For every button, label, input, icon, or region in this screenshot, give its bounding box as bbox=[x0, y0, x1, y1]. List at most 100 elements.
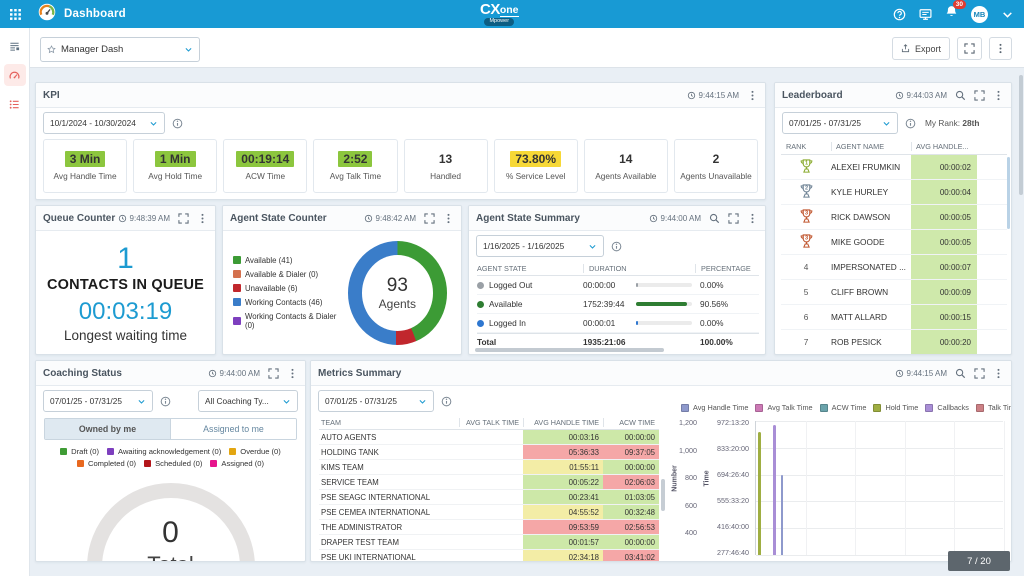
leaderboard-row[interactable]: 6MATT ALLARD00:00:15 bbox=[781, 305, 1007, 330]
export-button[interactable]: Export bbox=[892, 37, 950, 60]
expand-icon[interactable] bbox=[178, 213, 189, 224]
metrics-row[interactable]: KIMS TEAM01:55:1100:00:00 bbox=[319, 460, 659, 475]
chart-spike-callbacks[interactable] bbox=[773, 425, 776, 555]
sidebar-item-dashboard[interactable] bbox=[4, 64, 26, 86]
expand-icon[interactable] bbox=[974, 368, 985, 379]
last-refresh-icon[interactable] bbox=[687, 91, 696, 100]
kpi-date-range-select[interactable]: 10/1/2024 - 10/30/2024 bbox=[43, 112, 165, 134]
user-menu-chevron-icon[interactable] bbox=[1001, 8, 1014, 21]
last-refresh-icon[interactable] bbox=[118, 214, 127, 223]
widget-menu-icon[interactable] bbox=[747, 90, 758, 101]
chart-legend-item[interactable]: Talk Time bbox=[976, 403, 1012, 412]
kpi-card[interactable]: 13Handled bbox=[404, 139, 488, 193]
chart-plot-area[interactable] bbox=[755, 421, 1003, 555]
expand-icon[interactable] bbox=[728, 213, 739, 224]
kpi-card[interactable]: 14Agents Available bbox=[584, 139, 668, 193]
last-refresh-icon[interactable] bbox=[208, 369, 217, 378]
kpi-card[interactable]: 1 MinAvg Hold Time bbox=[133, 139, 217, 193]
ass-date-range-select[interactable]: 1/16/2025 - 1/16/2025 bbox=[476, 235, 604, 257]
info-icon[interactable] bbox=[905, 118, 916, 129]
metrics-row[interactable]: HOLDING TANK05:36:3309:37:05 bbox=[319, 445, 659, 460]
tab-assigned-to-me[interactable]: Assigned to me bbox=[170, 419, 296, 439]
col-team[interactable]: TEAM bbox=[319, 418, 459, 427]
agent-state-row[interactable]: Available1752:39:4490.56% bbox=[477, 295, 759, 314]
screen-share-icon[interactable] bbox=[919, 8, 932, 21]
leaderboard-row[interactable]: 4IMPERSONATED ...00:00:07 bbox=[781, 255, 1007, 280]
last-refresh-icon[interactable] bbox=[895, 91, 904, 100]
agent-state-row[interactable]: Logged In00:00:010.00% bbox=[477, 314, 759, 333]
search-icon[interactable] bbox=[955, 368, 966, 379]
chart-spike-hold-time[interactable] bbox=[758, 432, 761, 555]
kpi-card[interactable]: 73.80%% Service Level bbox=[494, 139, 578, 193]
col-percentage[interactable]: PERCENTAGE bbox=[695, 264, 759, 273]
chart-legend-item[interactable]: Avg Handle Time bbox=[681, 403, 748, 412]
leaderboard-row[interactable]: 3RICK DAWSON00:00:05 bbox=[781, 205, 1007, 230]
metrics-row[interactable]: PSE SEAGC INTERNATIONAL00:23:4101:03:05 bbox=[319, 490, 659, 505]
info-icon[interactable] bbox=[160, 396, 171, 407]
expand-icon[interactable] bbox=[268, 368, 279, 379]
widget-menu-icon[interactable] bbox=[287, 368, 298, 379]
chart-legend-item[interactable]: Avg Talk Time bbox=[755, 403, 812, 412]
metrics-row[interactable]: PSE UKI INTERNATIONAL02:34:1803:41:02 bbox=[319, 550, 659, 561]
sidebar-item-feed[interactable] bbox=[4, 35, 26, 57]
agent-state-donut-chart[interactable]: 93 Agents bbox=[348, 241, 447, 345]
widget-menu-icon[interactable] bbox=[993, 90, 1004, 101]
search-icon[interactable] bbox=[709, 213, 720, 224]
expand-icon[interactable] bbox=[974, 90, 985, 101]
metrics-row[interactable]: DRAPER TEST TEAM00:01:5700:00:00 bbox=[319, 535, 659, 550]
col-acw-time[interactable]: ACW TIME bbox=[603, 418, 659, 427]
leaderboard-row[interactable]: 2KYLE HURLEY00:00:04 bbox=[781, 180, 1007, 205]
help-icon[interactable] bbox=[893, 8, 906, 21]
widget-menu-icon[interactable] bbox=[197, 213, 208, 224]
fullscreen-button[interactable] bbox=[957, 37, 982, 60]
last-refresh-icon[interactable] bbox=[649, 214, 658, 223]
leaderboard-date-range-select[interactable]: 07/01/25 - 07/31/25 bbox=[782, 112, 898, 134]
notifications-button[interactable]: 30 bbox=[945, 5, 958, 23]
coaching-date-range-select[interactable]: 07/01/25 - 07/31/25 bbox=[43, 390, 153, 412]
kpi-card[interactable]: 2:52Avg Talk Time bbox=[313, 139, 397, 193]
sidebar-item-reports[interactable] bbox=[4, 93, 26, 115]
kpi-card[interactable]: 3 MinAvg Handle Time bbox=[43, 139, 127, 193]
chart-spike-avg-handle-time[interactable] bbox=[781, 475, 784, 555]
metrics-row[interactable]: AUTO AGENTS00:03:1600:00:00 bbox=[319, 430, 659, 445]
toolbar-more-button[interactable] bbox=[989, 37, 1012, 60]
horizontal-scrollbar[interactable] bbox=[475, 348, 664, 352]
chart-legend-item[interactable]: ACW Time bbox=[820, 403, 867, 412]
last-refresh-icon[interactable] bbox=[364, 214, 373, 223]
metrics-row[interactable]: PSE CEMEA INTERNATIONAL04:55:5200:32:48 bbox=[319, 505, 659, 520]
leaderboard-row[interactable]: 5CLIFF BROWN00:00:09 bbox=[781, 280, 1007, 305]
chart-legend-item[interactable]: Callbacks bbox=[925, 403, 969, 412]
leaderboard-scrollbar[interactable] bbox=[1007, 157, 1010, 229]
leaderboard-row[interactable]: 1ALEXEI FRUMKIN00:00:02 bbox=[781, 155, 1007, 180]
info-icon[interactable] bbox=[611, 241, 622, 252]
col-avg-talk-time[interactable]: AVG TALK TIME bbox=[459, 418, 523, 427]
metrics-table-scrollbar[interactable] bbox=[661, 479, 665, 511]
col-avg-handle-time[interactable]: AVG HANDLE TIME bbox=[523, 418, 603, 427]
col-avg-handle[interactable]: AVG HANDLE... bbox=[911, 142, 977, 151]
metrics-row[interactable]: THE ADMINISTRATOR09:53:5902:56:53 bbox=[319, 520, 659, 535]
widget-menu-icon[interactable] bbox=[747, 213, 758, 224]
widget-menu-icon[interactable] bbox=[443, 213, 454, 224]
col-rank[interactable]: RANK bbox=[781, 142, 831, 151]
favorite-star-icon[interactable] bbox=[47, 45, 56, 54]
leaderboard-row[interactable]: 3MIKE GOODE00:00:05 bbox=[781, 230, 1007, 255]
last-refresh-icon[interactable] bbox=[895, 369, 904, 378]
info-icon[interactable] bbox=[441, 396, 452, 407]
kpi-card[interactable]: 00:19:14ACW Time bbox=[223, 139, 307, 193]
widget-menu-icon[interactable] bbox=[993, 368, 1004, 379]
coaching-type-select[interactable]: All Coaching Ty... bbox=[198, 390, 298, 412]
expand-icon[interactable] bbox=[424, 213, 435, 224]
col-agent-state[interactable]: AGENT STATE bbox=[477, 264, 583, 273]
col-agent-name[interactable]: AGENT NAME bbox=[831, 142, 911, 151]
tab-owned-by-me[interactable]: Owned by me bbox=[45, 419, 170, 439]
metrics-row[interactable]: SERVICE TEAM00:05:2202:06:03 bbox=[319, 475, 659, 490]
metrics-date-range-select[interactable]: 07/01/25 - 07/31/25 bbox=[318, 390, 434, 412]
app-launcher-button[interactable] bbox=[0, 0, 30, 28]
page-scrollbar[interactable] bbox=[1019, 75, 1023, 195]
kpi-card[interactable]: 2Agents Unavailable bbox=[674, 139, 758, 193]
agent-state-row[interactable]: Logged Out00:00:000.00% bbox=[477, 276, 759, 295]
chart-legend-item[interactable]: Hold Time bbox=[873, 403, 918, 412]
search-icon[interactable] bbox=[955, 90, 966, 101]
leaderboard-row[interactable]: 7ROB PESICK00:00:20 bbox=[781, 330, 1007, 355]
info-icon[interactable] bbox=[172, 118, 183, 129]
